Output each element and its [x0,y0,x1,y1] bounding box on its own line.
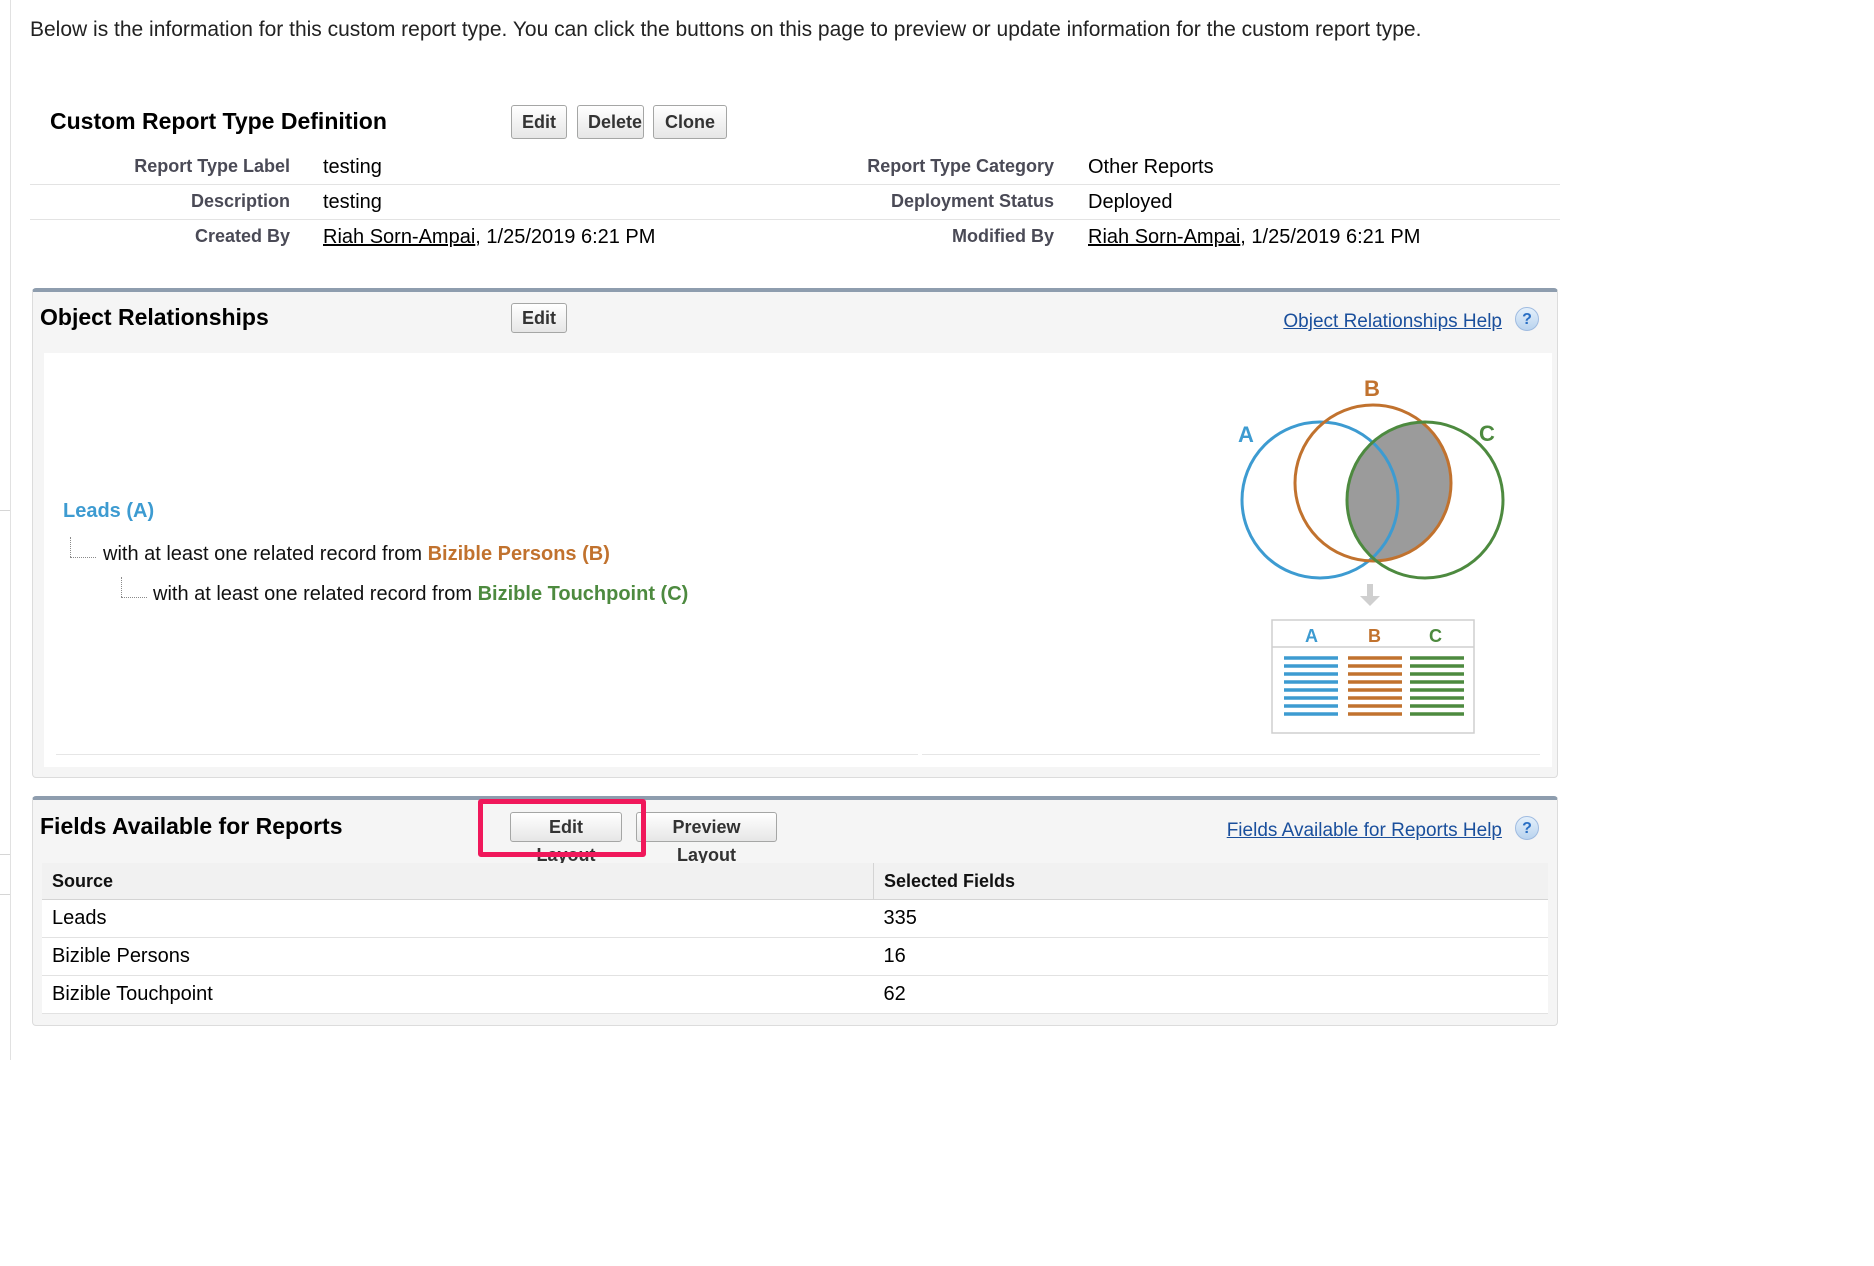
inner-divider [56,754,918,755]
relationship-c-line: with at least one related record from Bi… [153,583,688,606]
source-cell: Bizible Touchpoint [42,975,874,1014]
table-row: Leads 335 [42,899,1548,938]
tree-connector [121,577,122,597]
relationship-b-line: with at least one related record from Bi… [103,543,610,566]
edit-relationships-button[interactable]: Edit [511,303,567,333]
source-cell: Bizible Persons [42,937,874,976]
result-table-icon: A B C [1271,619,1475,734]
tree-connector [70,557,96,558]
left-border [10,0,11,1060]
column-header-source: Source [42,863,874,900]
column-header-selected-fields: Selected Fields [873,863,1548,900]
down-arrow-icon [1360,584,1380,606]
clone-button[interactable]: Clone [653,105,727,139]
fields-table: Source Selected Fields Leads 335 Bizible… [42,863,1548,1014]
venn-label-a: A [1238,422,1254,447]
report-type-category-value: Other Reports [1088,156,1214,178]
fields-available-help-link[interactable]: Fields Available for Reports Help [1227,820,1502,842]
row-divider [30,219,1560,220]
created-by-value: Riah Sorn-Ampai, 1/25/2019 6:21 PM [323,226,655,249]
definition-title: Custom Report Type Definition [50,108,387,134]
table-header-row: Source Selected Fields [42,863,1548,900]
description-label: Description [190,191,290,211]
modified-by-user-link[interactable]: Riah Sorn-Ampai [1088,226,1240,248]
tree-connector [70,537,71,557]
selected-fields-cell: 335 [873,899,1548,938]
help-icon[interactable]: ? [1515,816,1539,840]
primary-object-leads: Leads (A) [63,500,155,522]
intro-text: Below is the information for this custom… [30,18,1422,41]
delete-button[interactable]: Delete [577,105,644,139]
report-type-category-label: Report Type Category [867,156,1054,176]
inner-divider [922,754,1540,755]
deployment-status-value: Deployed [1088,191,1173,213]
object-bizible-persons: Bizible Persons (B) [427,543,610,565]
table-row: Bizible Persons 16 [42,937,1548,976]
modified-by-value: Riah Sorn-Ampai, 1/25/2019 6:21 PM [1088,226,1420,249]
report-type-label-value: testing [323,156,382,178]
left-divider [0,510,10,511]
created-by-date: , 1/25/2019 6:21 PM [475,226,656,248]
modified-by-date: , 1/25/2019 6:21 PM [1240,226,1421,248]
created-by-label: Created By [194,226,290,246]
source-cell: Leads [42,899,874,938]
object-relationships-title: Object Relationships [40,304,269,330]
left-divider [0,894,10,895]
row-divider [30,184,1560,185]
selected-fields-cell: 62 [873,975,1548,1014]
created-by-user-link[interactable]: Riah Sorn-Ampai [323,226,475,248]
venn-label-c: C [1479,421,1495,446]
fields-available-title: Fields Available for Reports [40,813,343,839]
table-label-a: A [1305,626,1318,646]
venn-label-b: B [1364,376,1380,401]
highlight-box [478,799,646,857]
tree-connector [121,597,147,598]
relationship-prefix: with at least one related record from [153,583,478,605]
relationship-prefix: with at least one related record from [103,543,428,565]
preview-layout-button[interactable]: Preview Layout [636,812,777,865]
object-bizible-touchpoint: Bizible Touchpoint (C) [477,583,689,605]
help-icon[interactable]: ? [1515,307,1539,331]
edit-definition-button[interactable]: Edit [511,105,567,139]
deployment-status-label: Deployment Status [890,191,1054,211]
description-value: testing [323,191,382,213]
selected-fields-cell: 16 [873,937,1548,976]
report-type-label-label: Report Type Label [134,156,290,176]
left-divider [0,854,10,855]
modified-by-label: Modified By [952,226,1054,246]
table-row: Bizible Touchpoint 62 [42,975,1548,1014]
table-label-c: C [1429,626,1442,646]
object-relationships-help-link[interactable]: Object Relationships Help [1283,311,1502,333]
table-label-b: B [1368,626,1381,646]
venn-diagram-icon: A B C A B C [1238,376,1505,734]
